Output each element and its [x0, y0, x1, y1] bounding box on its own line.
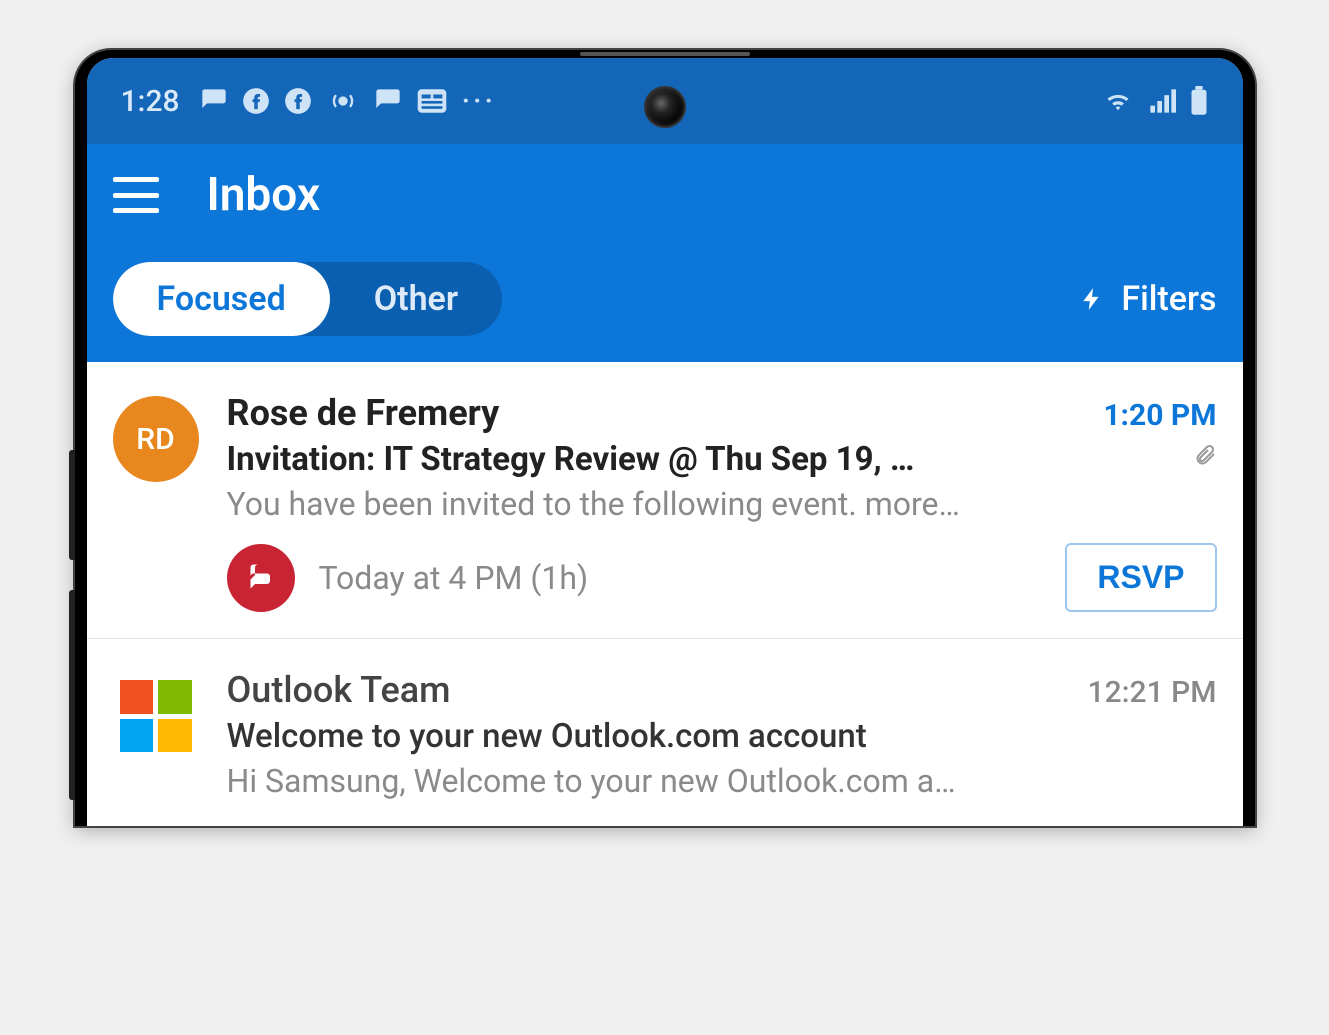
wifi-icon — [1101, 87, 1135, 115]
menu-button[interactable] — [113, 177, 159, 213]
email-sender: Outlook Team — [227, 669, 451, 711]
page-title: Inbox — [207, 168, 321, 222]
event-chat-icon — [227, 544, 295, 612]
volume-button — [69, 450, 75, 560]
microsoft-logo-icon — [120, 680, 192, 752]
screen: 1:28 ··· — [87, 58, 1243, 826]
front-camera — [644, 86, 686, 128]
phone-frame: 1:28 ··· — [75, 50, 1255, 826]
status-time: 1:28 — [121, 84, 180, 119]
status-left: 1:28 ··· — [121, 84, 497, 119]
filters-button[interactable]: Filters — [1079, 279, 1216, 319]
email-sender: Rose de Fremery — [227, 392, 500, 434]
hotspot-icon — [326, 87, 360, 115]
email-time: 12:21 PM — [1088, 675, 1217, 710]
filters-label: Filters — [1121, 279, 1216, 319]
chat-icon — [200, 87, 228, 115]
avatar-initials: RD — [136, 422, 174, 457]
signal-icon — [1147, 87, 1177, 115]
tab-other[interactable]: Other — [330, 262, 502, 336]
email-item[interactable]: RD Rose de Fremery 1:20 PM Invitation: I… — [87, 362, 1243, 639]
news-icon — [416, 88, 448, 114]
email-body: Outlook Team 12:21 PM Welcome to your ne… — [227, 669, 1217, 800]
volume-button — [69, 590, 75, 800]
tab-focused[interactable]: Focused — [113, 262, 330, 336]
status-right — [1101, 86, 1209, 116]
attachment-icon — [1193, 440, 1217, 474]
chat-icon — [374, 87, 402, 115]
header-tabs: Focused Other Filters — [113, 262, 1217, 336]
avatar: RD — [113, 396, 199, 482]
email-subject: Invitation: IT Strategy Review @ Thu Sep… — [227, 440, 1179, 479]
email-time: 1:20 PM — [1103, 398, 1216, 433]
facebook-icon — [284, 87, 312, 115]
facebook-icon — [242, 87, 270, 115]
app-header: Inbox Focused Other Filters — [87, 144, 1243, 362]
email-preview: Hi Samsung, Welcome to your new Outlook.… — [227, 762, 1217, 800]
rsvp-button[interactable]: RSVP — [1065, 543, 1216, 612]
email-body: Rose de Fremery 1:20 PM Invitation: IT S… — [227, 392, 1217, 612]
inbox-tab-switcher: Focused Other — [113, 262, 503, 336]
header-top: Inbox — [113, 168, 1217, 222]
event-time: Today at 4 PM (1h) — [319, 559, 589, 597]
email-subject: Welcome to your new Outlook.com account — [227, 717, 1217, 756]
email-item[interactable]: Outlook Team 12:21 PM Welcome to your ne… — [87, 639, 1243, 826]
event-row: Today at 4 PM (1h) RSVP — [227, 543, 1217, 612]
avatar — [113, 673, 199, 759]
lightning-icon — [1079, 281, 1105, 317]
battery-icon — [1189, 86, 1209, 116]
email-preview: You have been invited to the following e… — [227, 485, 1217, 523]
more-notifications-icon: ··· — [462, 84, 497, 119]
email-list: RD Rose de Fremery 1:20 PM Invitation: I… — [87, 362, 1243, 826]
